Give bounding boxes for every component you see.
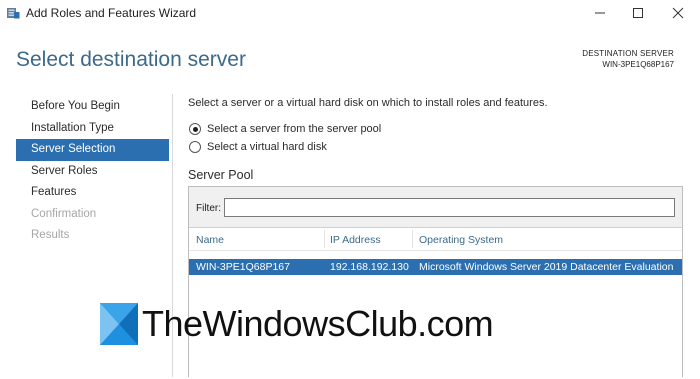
server-pool-title: Server Pool xyxy=(188,168,254,182)
instruction-text: Select a server or a virtual hard disk o… xyxy=(188,97,548,109)
nav-item-features[interactable]: Features xyxy=(16,182,169,204)
windows-club-logo-icon xyxy=(100,303,138,345)
column-header-operating-system[interactable]: Operating System xyxy=(419,234,503,246)
close-button[interactable] xyxy=(660,0,696,26)
minimize-button[interactable] xyxy=(582,0,618,26)
radio-button-selected[interactable] xyxy=(189,123,201,135)
title-bar: Add Roles and Features Wizard xyxy=(0,0,700,26)
column-separator[interactable] xyxy=(412,230,413,248)
watermark-text: TheWindowsClub.com xyxy=(142,303,494,344)
maximize-icon xyxy=(633,8,643,18)
wizard-nav: Before You Begin Installation Type Serve… xyxy=(16,96,169,247)
cell-ip-address: 192.168.192.130 xyxy=(330,261,409,273)
nav-item-server-selection[interactable]: Server Selection xyxy=(16,139,169,161)
radio-button[interactable] xyxy=(189,141,201,153)
maximize-button[interactable] xyxy=(620,0,656,26)
nav-item-installation-type[interactable]: Installation Type xyxy=(16,118,169,140)
nav-item-server-roles[interactable]: Server Roles xyxy=(16,161,169,183)
filter-label: Filter: xyxy=(196,203,221,214)
destination-server-value: WIN-3PE1Q68P167 xyxy=(602,60,674,69)
close-icon xyxy=(672,7,684,19)
column-separator[interactable] xyxy=(324,230,325,248)
option-virtual-hard-disk-label: Select a virtual hard disk xyxy=(207,141,327,153)
server-list-header: Name IP Address Operating System xyxy=(189,228,682,251)
window-title: Add Roles and Features Wizard xyxy=(26,6,197,20)
table-row[interactable]: WIN-3PE1Q68P167 192.168.192.130 Microsof… xyxy=(189,259,682,275)
option-virtual-hard-disk[interactable]: Select a virtual hard disk xyxy=(189,141,327,153)
option-server-pool[interactable]: Select a server from the server pool xyxy=(189,123,381,135)
cell-name: WIN-3PE1Q68P167 xyxy=(196,261,290,273)
column-header-name[interactable]: Name xyxy=(196,234,224,246)
page-title: Select destination server xyxy=(16,48,246,71)
column-header-ip-address[interactable]: IP Address xyxy=(330,234,381,246)
nav-item-results: Results xyxy=(31,229,70,241)
server-pool-panel: Filter: Name IP Address Operating System… xyxy=(188,186,683,379)
nav-item-before-you-begin[interactable]: Before You Begin xyxy=(16,96,169,118)
watermark: TheWindowsClub.com xyxy=(100,303,494,345)
minimize-icon xyxy=(595,12,605,14)
nav-item-confirmation: Confirmation xyxy=(31,207,97,220)
option-server-pool-label: Select a server from the server pool xyxy=(207,123,382,135)
filter-input[interactable] xyxy=(224,198,675,217)
server-manager-icon xyxy=(7,8,20,19)
destination-server-label: DESTINATION SERVER xyxy=(582,49,674,58)
cell-operating-system: Microsoft Windows Server 2019 Datacenter… xyxy=(419,261,674,273)
